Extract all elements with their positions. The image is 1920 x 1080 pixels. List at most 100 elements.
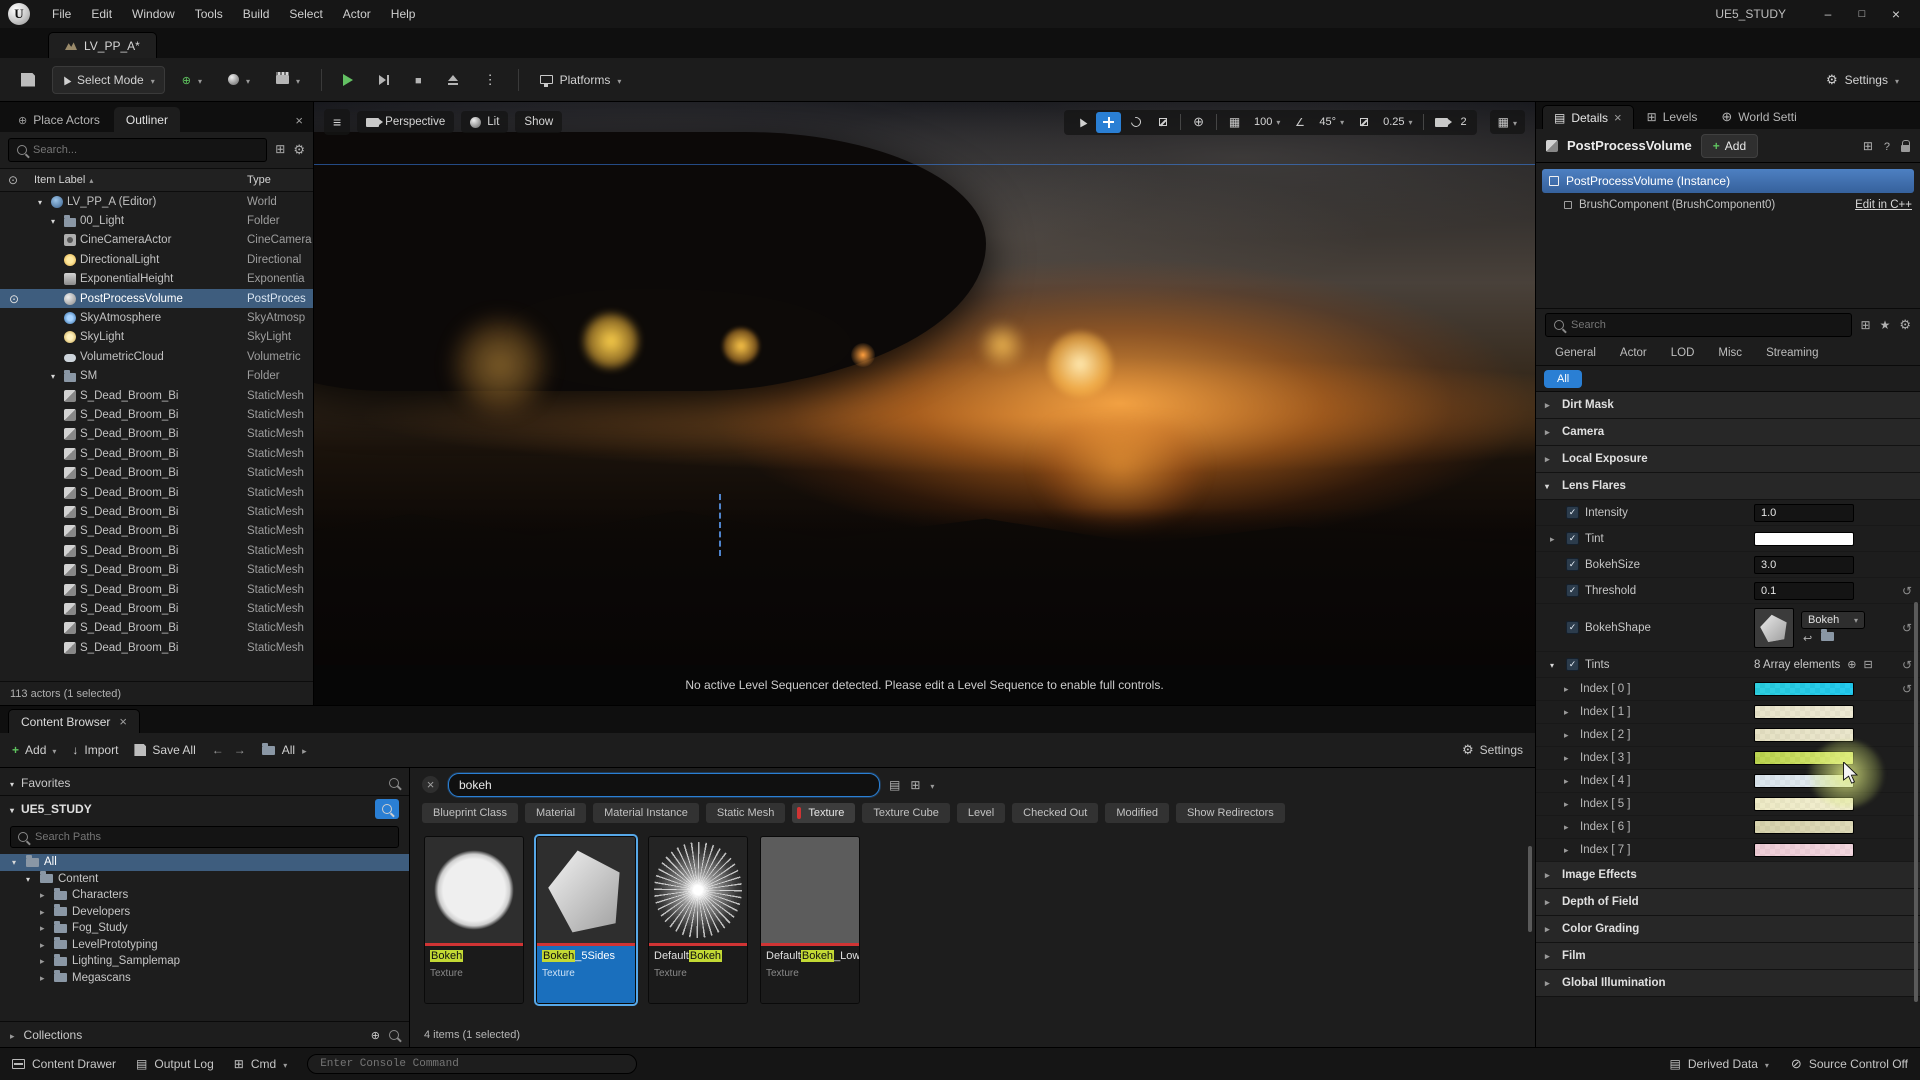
settings-dropdown[interactable]: Settings [1817,66,1908,94]
eject-button[interactable] [439,69,467,91]
save-all-button[interactable]: Save All [134,743,195,757]
content-browser-tab[interactable]: Content Browser [8,709,140,733]
menu-item[interactable]: Select [279,0,332,28]
outliner-row[interactable]: S_Dead_Broom_Bi StaticMesh [0,599,313,618]
tint-color-swatch[interactable] [1754,774,1854,788]
eye-icon[interactable] [9,292,19,306]
bokeh-shape-dropdown[interactable]: Bokeh [1801,611,1865,629]
frame-skip-button[interactable] [370,69,398,91]
category-tab[interactable]: LOD [1660,345,1706,361]
override-checkbox[interactable] [1566,621,1579,634]
outliner-row[interactable]: S_Dead_Broom_Bi StaticMesh [0,560,313,579]
select-tool-button[interactable] [1069,112,1094,133]
details-search-input[interactable] [1571,319,1843,331]
perspective-dropdown[interactable]: Perspective [357,111,454,133]
derived-data-button[interactable]: Derived Data [1670,1057,1769,1071]
outliner-row[interactable]: VolumetricCloud Volumetric [0,347,313,366]
filter-chip[interactable]: Texture Cube [862,803,949,823]
outliner-row[interactable]: S_Dead_Broom_Bi StaticMesh [0,522,313,541]
search-icon[interactable] [389,778,399,788]
viewport[interactable]: Perspective Lit Show [314,102,1535,705]
save-button[interactable] [12,67,44,93]
content-browser-settings[interactable]: Settings [1462,742,1523,758]
quad-view-toggle[interactable] [1490,110,1525,134]
import-button[interactable]: Import [72,743,118,757]
override-checkbox[interactable] [1566,658,1579,671]
clear-search-button[interactable] [422,776,439,793]
tab-details[interactable]: Details [1542,105,1634,129]
category-header[interactable]: Local Exposure [1536,446,1920,473]
menu-item[interactable]: Tools [185,0,233,28]
folder-tree-item[interactable]: LevelPrototyping [0,937,409,954]
asset-tile[interactable]: Bokeh Texture [424,836,524,1004]
tint-color-swatch[interactable] [1754,728,1854,742]
cinematics-dropdown[interactable] [267,67,309,93]
expander-icon[interactable] [1550,659,1560,671]
outliner-row[interactable]: S_Dead_Broom_Bi StaticMesh [0,425,313,444]
gear-icon[interactable] [1899,317,1911,333]
rotation-snap-toggle[interactable] [1287,112,1312,133]
tint-color-swatch[interactable] [1754,532,1854,546]
grid-snap-value[interactable]: 100 [1249,116,1285,128]
folder-tree-item[interactable]: Fog_Study [0,920,409,937]
filter-chip[interactable]: Static Mesh [706,803,785,823]
search-icon[interactable] [389,1030,399,1040]
tint-color-swatch[interactable] [1754,682,1854,696]
path-search-button[interactable] [375,799,399,819]
camera-speed-value[interactable]: 2 [1456,116,1472,128]
folder-tree-item[interactable]: Content [0,871,409,888]
add-button[interactable]: Add [12,743,56,757]
expander-open-icon[interactable] [12,856,21,868]
close-icon[interactable] [1614,110,1622,125]
category-tab[interactable]: Misc [1707,345,1753,361]
scrollbar[interactable] [1528,846,1532,932]
outliner-row[interactable]: LV_PP_A (Editor) World [0,192,313,211]
all-filter-pill[interactable]: All [1544,370,1582,388]
breadcrumb[interactable]: All [262,743,307,757]
filter-chip[interactable]: Texture [792,803,855,823]
asset-tile[interactable]: Bokeh_5Sides Texture [536,836,636,1004]
outliner-row[interactable]: S_Dead_Broom_Bi StaticMesh [0,483,313,502]
filter-chip[interactable]: Blueprint Class [422,803,518,823]
tab-place-actors[interactable]: Place Actors [6,107,112,132]
category-tab[interactable]: Actor [1609,345,1658,361]
maximize-button[interactable] [1846,2,1878,26]
expander-closed-icon[interactable] [40,906,49,918]
chevron-down-icon[interactable] [930,778,934,792]
folder-tree-item[interactable]: Developers [0,904,409,921]
filter-chip[interactable]: Material [525,803,586,823]
tint-color-swatch[interactable] [1754,751,1854,765]
outliner-row[interactable]: SM Folder [0,367,313,386]
add-collection-icon[interactable] [371,1028,380,1042]
menu-item[interactable]: Actor [333,0,381,28]
menu-item[interactable]: File [42,0,81,28]
source-control-button[interactable]: Source Control Off [1791,1056,1908,1072]
filter-chip[interactable]: Level [957,803,1005,823]
category-header[interactable]: Camera [1536,419,1920,446]
view-mode-dropdown[interactable]: Lit [461,111,508,133]
folder-tree-item[interactable]: All [0,854,409,871]
scale-snap-value[interactable]: 0.25 [1378,116,1417,128]
folder-tree-item[interactable]: Lighting_Samplemap [0,953,409,970]
filter-chip[interactable]: Material Instance [593,803,699,823]
add-component-button[interactable]: Add [1701,134,1758,158]
menu-item[interactable]: Help [381,0,426,28]
forward-icon[interactable] [234,743,246,757]
expander-closed-icon[interactable] [40,922,49,934]
search-paths-box[interactable] [10,826,399,848]
world-space-toggle[interactable] [1186,112,1211,133]
use-selected-asset-icon[interactable] [1803,632,1812,645]
blueprint-convert-icon[interactable] [1863,139,1873,153]
column-item-label[interactable]: Item Label [34,174,247,186]
column-type[interactable]: Type [247,174,313,186]
override-checkbox[interactable] [1566,532,1579,545]
rotate-tool-button[interactable] [1123,112,1148,133]
category-header[interactable]: Film [1536,943,1920,970]
favorites-header[interactable]: Favorites [0,770,409,795]
category-tab[interactable]: Streaming [1755,345,1829,361]
save-search-icon[interactable] [889,778,900,792]
level-tab[interactable]: LV_PP_A* [48,32,157,58]
select-mode-dropdown[interactable]: Select Mode [52,66,165,94]
outliner-row[interactable]: PostProcessVolume PostProces [0,289,313,308]
blueprints-dropdown[interactable] [219,67,259,93]
